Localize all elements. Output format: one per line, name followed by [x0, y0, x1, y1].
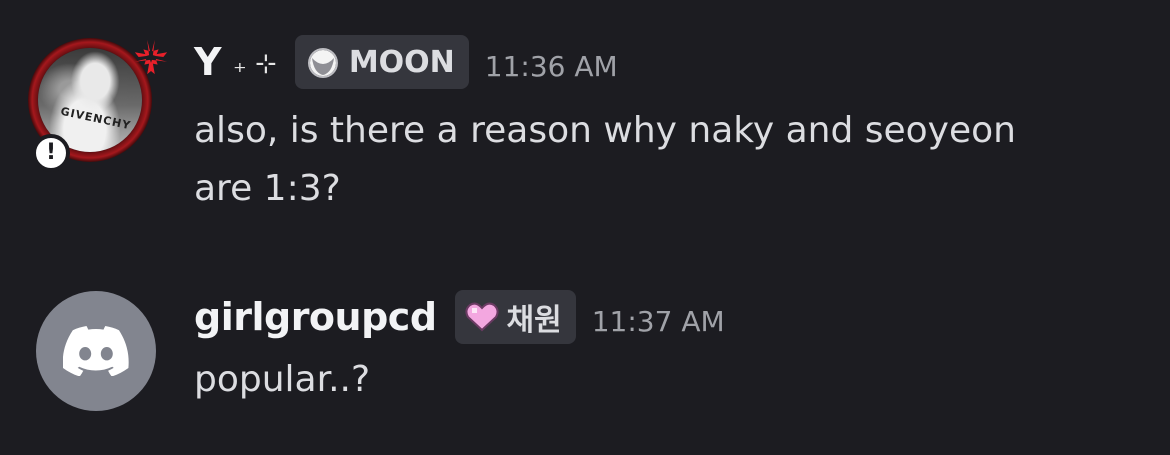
message-content: popular..? [194, 351, 1134, 409]
user-avatar[interactable] [36, 291, 156, 411]
message-text-line: also, is there a reason why naky and seo… [194, 110, 1016, 151]
role-tag[interactable]: MOON [294, 35, 469, 89]
timestamp[interactable]: 11:36 AM [485, 50, 618, 83]
message-header: girlgroupcd 채원 11:37 AM [194, 290, 725, 344]
role-label: 채원 [506, 303, 562, 338]
timestamp[interactable]: 11:37 AM [592, 305, 725, 338]
message-text-line: are 1:3? [194, 168, 341, 209]
role-label: MOON [348, 44, 455, 80]
discord-logo-icon [63, 326, 129, 376]
message-header: Y ₊ ⊹ MOON 11:36 AM [194, 35, 618, 89]
avatar-shirt-text: GIVENCHY [59, 104, 133, 133]
role-tag[interactable]: 채원 [454, 290, 576, 344]
username[interactable]: Y [194, 40, 222, 84]
username-decoration: ₊ ⊹ [233, 49, 277, 79]
message-text-line: popular..? [194, 359, 371, 400]
user-avatar[interactable]: GIVENCHY ! [28, 38, 168, 172]
username[interactable]: girlgroupcd [194, 295, 437, 339]
message-content: also, is there a reason why naky and seo… [194, 102, 1134, 218]
pink-heart-icon [464, 302, 499, 332]
moon-icon [307, 48, 338, 78]
alert-icon: ! [32, 134, 70, 172]
angry-icon [134, 39, 168, 75]
